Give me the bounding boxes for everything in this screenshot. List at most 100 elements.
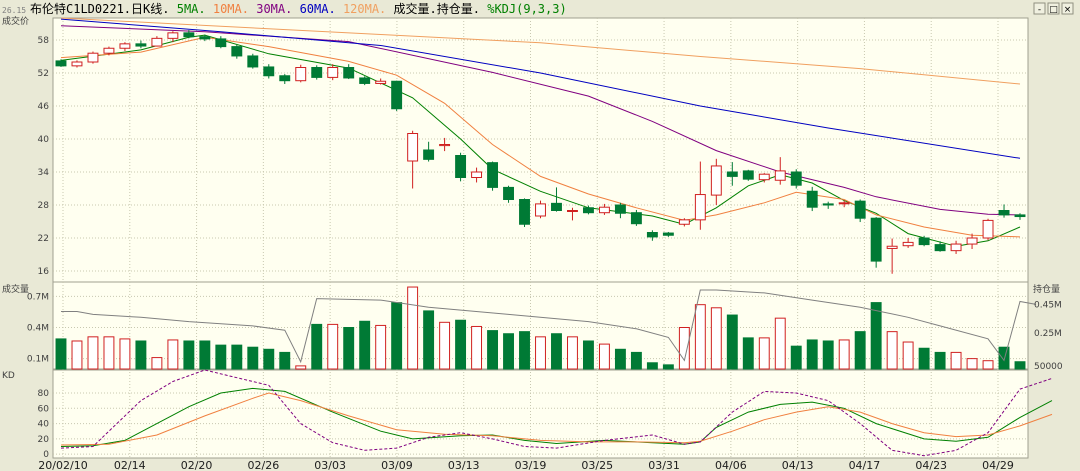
price-panel <box>52 17 1029 283</box>
candle-body <box>950 243 962 252</box>
close-icon: × <box>1064 5 1072 15</box>
volume-bar <box>263 348 275 370</box>
legend-ma10: 10MA. <box>213 2 249 16</box>
volume-bar <box>391 302 403 370</box>
candle-body <box>806 190 818 208</box>
volume-bar <box>71 340 83 370</box>
date-tick-label: 20/02/10 <box>38 459 87 471</box>
volume-bar <box>199 340 211 370</box>
price-axis-label: 成交价 <box>2 15 29 27</box>
oi-tick-label: 0.45M <box>1034 300 1062 310</box>
kdj-tick-label: 40 <box>38 420 50 430</box>
volume-bar <box>806 339 818 370</box>
volume-bar <box>471 325 483 370</box>
candle-body <box>1014 214 1026 218</box>
date-tick-label: 04/13 <box>782 459 814 471</box>
volume-bar <box>1014 361 1026 370</box>
date-tick-label: 03/31 <box>648 459 680 471</box>
candle-body <box>55 60 67 67</box>
instrument-name: 布伦特C1LD0221.日K线. <box>30 1 169 16</box>
legend-ma60: 60MA. <box>300 2 336 16</box>
candle-body <box>902 241 914 247</box>
candle <box>87 51 99 64</box>
candle-body <box>247 55 259 68</box>
volume-bar <box>710 307 722 370</box>
candle <box>982 218 994 241</box>
volume-bar <box>582 340 594 370</box>
volume-bar <box>119 338 131 370</box>
minimize-button[interactable]: - <box>1033 2 1046 15</box>
candle-body <box>790 171 802 186</box>
volume-bar <box>567 336 578 370</box>
chart-canvas: 16 22 28 34 40 46 52 58 0.1M 0.4M 0.7M 50000 0.25M 0.… <box>2 1 1074 471</box>
volume-bar <box>151 357 163 370</box>
candle <box>295 64 307 83</box>
corner-value: 26.15 <box>2 6 26 15</box>
restore-icon: □ <box>1049 5 1058 15</box>
volume-bar <box>327 323 339 370</box>
candle-body <box>103 47 115 54</box>
candle-body <box>215 38 227 48</box>
candle <box>487 161 499 191</box>
candle-body <box>838 202 850 205</box>
kdj-tick-label: 60 <box>38 404 50 414</box>
candle-body <box>407 133 419 162</box>
candle-body <box>311 67 323 78</box>
candle-body <box>774 170 786 181</box>
candle-body <box>279 75 291 82</box>
candle-body <box>710 165 722 196</box>
candle-body <box>135 43 147 47</box>
candle-body <box>439 144 451 147</box>
candle <box>519 198 530 227</box>
candle-body <box>678 219 690 225</box>
candle-body <box>327 67 339 78</box>
candle-body <box>998 210 1010 216</box>
candle-body <box>551 202 562 212</box>
candle-body <box>598 206 610 214</box>
candle-body <box>359 77 371 84</box>
candle-body <box>662 232 674 236</box>
volume-bar <box>455 319 467 370</box>
candle-body <box>966 237 978 245</box>
candle <box>391 80 403 111</box>
volume-bar <box>247 346 259 370</box>
volume-tick-label: 0.4M <box>27 324 49 334</box>
candle-body <box>471 171 483 178</box>
price-tick-label: 46 <box>38 102 50 112</box>
price-tick-label: 52 <box>38 69 49 79</box>
volume-bar <box>726 314 738 370</box>
date-tick-label: 03/13 <box>448 459 480 471</box>
legend-ma30: 30MA. <box>256 2 292 16</box>
volume-bar <box>295 365 307 370</box>
volume-bar <box>503 333 514 370</box>
candle-body <box>263 66 275 77</box>
volume-bar <box>950 351 962 370</box>
volume-bar <box>918 347 930 370</box>
candle-body <box>87 52 99 63</box>
candle-body <box>375 80 387 84</box>
volume-bar <box>630 351 642 370</box>
candle-body <box>423 149 435 160</box>
volume-bar <box>343 327 355 370</box>
volume-bar <box>854 331 866 370</box>
candle-body <box>870 217 882 262</box>
restore-button[interactable]: □ <box>1047 2 1060 15</box>
date-tick-label: 03/09 <box>381 459 413 471</box>
oi-tick-label: 50000 <box>1034 362 1063 372</box>
oi-axis-label: 持仓量 <box>1033 283 1060 295</box>
volume-bar <box>790 345 802 370</box>
volume-bar <box>742 337 754 370</box>
volume-bar <box>231 344 243 370</box>
candle <box>55 59 67 67</box>
volume-bar <box>535 336 546 370</box>
candle-body <box>71 61 83 67</box>
volume-bar <box>55 338 67 370</box>
volume-bar <box>774 317 786 370</box>
date-tick-label: 02/26 <box>248 459 280 471</box>
candle <box>742 169 754 181</box>
close-button[interactable]: × <box>1061 2 1074 15</box>
volume-bar <box>966 358 978 370</box>
chart-title: 布伦特C1LD0221.日K线. 5MA. 10MA. 30MA. 60MA. … <box>30 1 567 16</box>
candle-body <box>614 204 626 214</box>
candle-body <box>503 186 514 200</box>
